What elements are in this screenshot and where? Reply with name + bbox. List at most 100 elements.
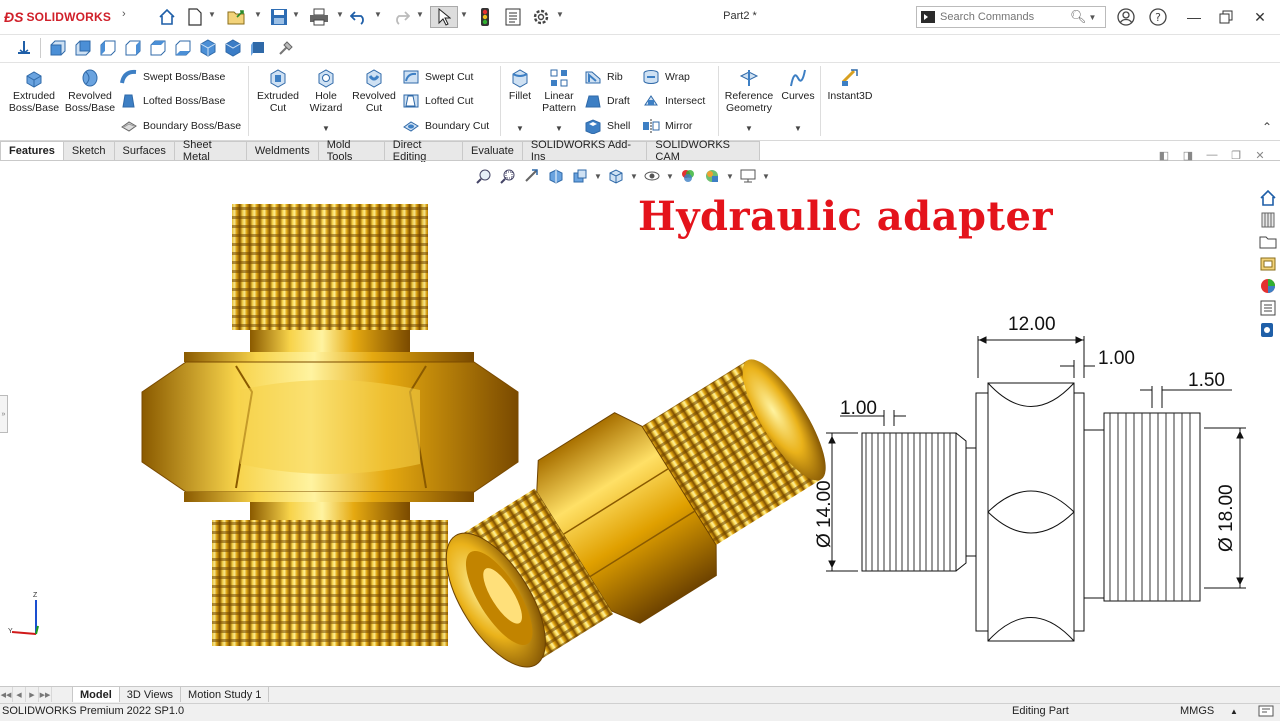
- search-dropdown-icon[interactable]: ▼: [1089, 13, 1097, 22]
- rib-button[interactable]: Rib: [584, 69, 623, 85]
- tab-model[interactable]: Model: [73, 687, 120, 702]
- hole-wizard-dropdown-icon[interactable]: ▼: [322, 124, 330, 133]
- appearances-scenes-icon[interactable]: [1258, 276, 1278, 296]
- solidworks-resources-icon[interactable]: [1258, 188, 1278, 208]
- previous-window-icon[interactable]: ◧: [1156, 147, 1172, 163]
- open-dropdown-icon[interactable]: ▼: [254, 10, 262, 19]
- tab-evaluate[interactable]: Evaluate: [463, 141, 523, 161]
- search-input[interactable]: [940, 11, 1070, 23]
- options-gear-icon[interactable]: [530, 6, 552, 28]
- tab-direct-editing[interactable]: Direct Editing: [384, 139, 463, 163]
- curves-dropdown-icon[interactable]: ▼: [794, 124, 802, 133]
- collapse-ribbon-icon[interactable]: ⌃: [1262, 120, 1272, 134]
- new-document-icon[interactable]: [184, 6, 206, 28]
- lofted-boss-button[interactable]: Lofted Boss/Base: [120, 93, 225, 109]
- tab-surfaces[interactable]: Surfaces: [114, 141, 175, 161]
- solidworks-forum-icon[interactable]: [1258, 320, 1278, 340]
- doc-minimize-icon[interactable]: —: [1204, 147, 1220, 163]
- file-properties-icon[interactable]: [502, 6, 524, 28]
- linear-pattern-button[interactable]: Linear Pattern: [538, 68, 580, 114]
- doc-restore-icon[interactable]: ❐: [1228, 147, 1244, 163]
- print-dropdown-icon[interactable]: ▼: [336, 10, 344, 19]
- reference-geometry-dropdown-icon[interactable]: ▼: [745, 124, 753, 133]
- home-icon[interactable]: [156, 6, 178, 28]
- front-view-icon[interactable]: [48, 38, 68, 58]
- solidworks-logo[interactable]: ƉS SOLIDWORKS: [4, 8, 111, 26]
- options-dropdown-icon[interactable]: ▼: [556, 10, 564, 19]
- normal-to-icon[interactable]: [276, 38, 296, 58]
- file-explorer-icon[interactable]: [1258, 232, 1278, 252]
- new-dropdown-icon[interactable]: ▼: [208, 10, 216, 19]
- select-dropdown-icon[interactable]: ▼: [460, 10, 468, 19]
- swept-cut-button[interactable]: Swept Cut: [402, 69, 473, 85]
- undo-icon[interactable]: [348, 6, 370, 28]
- redo-dropdown-icon[interactable]: ▼: [416, 10, 424, 19]
- revolved-boss-button[interactable]: Revolved Boss/Base: [64, 68, 116, 114]
- menu-expand-icon[interactable]: ›: [122, 8, 126, 20]
- save-icon[interactable]: [268, 6, 290, 28]
- trimetric-view-icon[interactable]: [223, 38, 243, 58]
- tab-3d-views[interactable]: 3D Views: [120, 687, 182, 702]
- account-icon[interactable]: [1116, 8, 1136, 26]
- dimetric-view-icon[interactable]: [248, 38, 268, 58]
- bottom-view-icon[interactable]: [173, 38, 193, 58]
- status-units[interactable]: MMGS: [1180, 705, 1214, 717]
- search-icon[interactable]: 🔍︎: [1070, 9, 1087, 25]
- custom-properties-icon[interactable]: [1258, 298, 1278, 318]
- reference-geometry-button[interactable]: Reference Geometry: [722, 68, 776, 114]
- linear-pattern-dropdown-icon[interactable]: ▼: [555, 124, 563, 133]
- boundary-boss-button[interactable]: Boundary Boss/Base: [120, 118, 241, 134]
- lofted-cut-button[interactable]: Lofted Cut: [402, 93, 473, 109]
- revolved-cut-button[interactable]: Revolved Cut: [350, 68, 398, 114]
- swept-boss-button[interactable]: Swept Boss/Base: [120, 69, 225, 85]
- boundary-cut-button[interactable]: Boundary Cut: [402, 118, 489, 134]
- undo-dropdown-icon[interactable]: ▼: [374, 10, 382, 19]
- feature-manager-toggle-icon[interactable]: »: [0, 395, 8, 433]
- tab-sheet-metal[interactable]: Sheet Metal: [174, 139, 247, 163]
- view-palette-icon[interactable]: [1258, 254, 1278, 274]
- left-view-icon[interactable]: [98, 38, 118, 58]
- rebuild-icon[interactable]: [474, 6, 496, 28]
- tab-mold-tools[interactable]: Mold Tools: [318, 139, 385, 163]
- wrap-button[interactable]: Wrap: [642, 69, 690, 85]
- draft-button[interactable]: Draft: [584, 93, 630, 109]
- help-icon[interactable]: ?: [1148, 8, 1168, 26]
- top-view-icon[interactable]: [148, 38, 168, 58]
- extruded-boss-button[interactable]: Extruded Boss/Base: [6, 68, 62, 114]
- triad-view-icon[interactable]: [14, 38, 34, 58]
- intersect-button[interactable]: Intersect: [642, 93, 705, 109]
- close-icon[interactable]: ✕: [1250, 8, 1270, 26]
- status-bar-toggle-icon[interactable]: [1258, 704, 1274, 721]
- last-tab-icon[interactable]: ▶▶: [39, 687, 52, 702]
- fillet-dropdown-icon[interactable]: ▼: [516, 124, 524, 133]
- save-dropdown-icon[interactable]: ▼: [292, 10, 300, 19]
- instant3d-button[interactable]: Instant3D: [824, 68, 876, 102]
- tab-features[interactable]: Features: [0, 141, 64, 161]
- curves-button[interactable]: Curves: [778, 68, 818, 102]
- extruded-cut-button[interactable]: Extruded Cut: [254, 68, 302, 114]
- units-dropdown-icon[interactable]: ▲: [1230, 707, 1238, 716]
- redo-icon[interactable]: [390, 6, 412, 28]
- fillet-button[interactable]: Fillet: [504, 68, 536, 102]
- print-icon[interactable]: [308, 6, 330, 28]
- tab-solidworks-cam[interactable]: SOLIDWORKS CAM: [647, 139, 760, 163]
- hole-wizard-button[interactable]: Hole Wizard: [304, 68, 348, 114]
- next-window-icon[interactable]: ◨: [1180, 147, 1196, 163]
- doc-close-icon[interactable]: ✕: [1252, 147, 1268, 163]
- next-tab-icon[interactable]: ▶: [26, 687, 39, 702]
- restore-icon[interactable]: [1216, 8, 1236, 26]
- first-tab-icon[interactable]: ◀◀: [0, 687, 13, 702]
- design-library-icon[interactable]: [1258, 210, 1278, 230]
- previous-tab-icon[interactable]: ◀: [13, 687, 26, 702]
- mirror-button[interactable]: Mirror: [642, 118, 692, 134]
- open-icon[interactable]: [226, 6, 248, 28]
- minimize-icon[interactable]: —: [1184, 8, 1204, 26]
- back-view-icon[interactable]: [73, 38, 93, 58]
- isometric-view-icon[interactable]: [198, 38, 218, 58]
- tab-motion-study-1[interactable]: Motion Study 1: [181, 687, 270, 702]
- search-commands[interactable]: 🔍︎ ▼: [916, 6, 1106, 28]
- right-view-icon[interactable]: [123, 38, 143, 58]
- tab-weldments[interactable]: Weldments: [246, 141, 319, 161]
- tab-solidworks-add-ins[interactable]: SOLIDWORKS Add-Ins: [522, 139, 648, 163]
- select-icon[interactable]: [430, 6, 458, 28]
